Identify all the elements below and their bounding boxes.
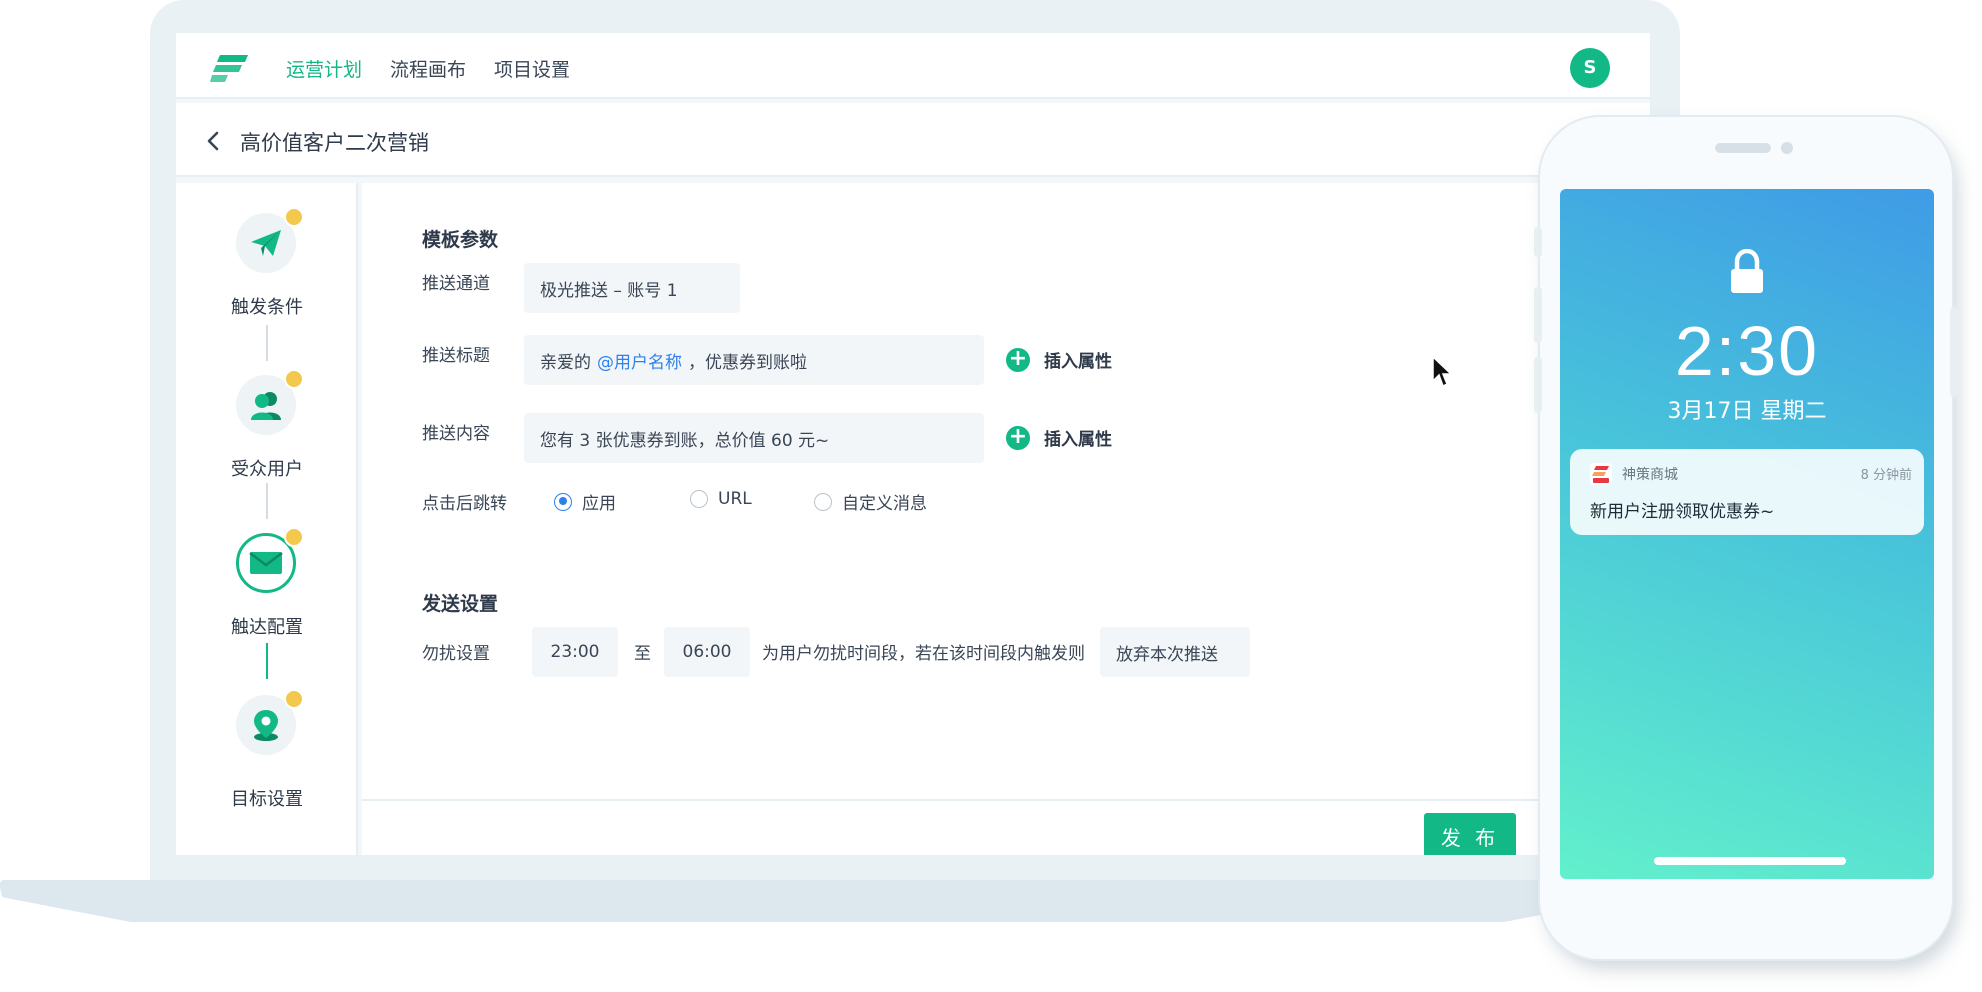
notification-app-name: 神策商城 (1622, 467, 1678, 483)
title-suffix: ，优惠券到账啦 (688, 352, 807, 373)
content-value: 您有 3 张优惠券到账，总价值 60 元~ (540, 430, 830, 451)
tab-operation-plan[interactable]: 运营计划 (286, 55, 362, 82)
step-connector (266, 483, 268, 519)
dnd-description: 为用户勿扰时间段，若在该时间段内触发则 (762, 644, 1085, 664)
logo-icon (210, 55, 248, 82)
home-indicator[interactable] (1654, 857, 1846, 865)
radio-custom-message[interactable]: 自定义消息 (814, 489, 927, 514)
plus-circle-icon: + (1006, 425, 1030, 450)
notification-body: 新用户注册领取优惠券~ (1590, 502, 1775, 522)
time-range-separator: 至 (634, 644, 651, 664)
channel-select[interactable]: 极光推送 – 账号 1 (524, 263, 740, 313)
phone-power-button (1950, 307, 1958, 397)
content-label: 推送内容 (422, 424, 490, 444)
users-icon (251, 392, 281, 420)
envelope-icon (249, 552, 283, 574)
channel-value: 极光推送 – 账号 1 (540, 280, 678, 301)
title-prefix: 亲爱的 (540, 352, 591, 373)
phone-volume-down (1534, 357, 1542, 413)
back-chevron-icon[interactable] (206, 131, 220, 151)
tab-flow-canvas[interactable]: 流程画布 (390, 55, 466, 82)
paper-plane-icon (251, 230, 281, 256)
step-connector (266, 643, 268, 679)
insert-attribute-button[interactable]: + 插入属性 (1006, 425, 1112, 450)
check-badge-icon (284, 207, 304, 227)
phone-side-button (1534, 227, 1542, 257)
config-form: 模板参数 推送通道 极光推送 – 账号 1 推送标题 亲爱的 @用户名称 ，优惠… (362, 183, 1650, 855)
check-badge-icon (284, 369, 304, 389)
laptop-base (0, 880, 1635, 922)
insert-attribute-button[interactable]: + 插入属性 (1006, 347, 1112, 372)
title-label: 推送标题 (422, 346, 490, 366)
notification-time: 8 分钟前 (1860, 468, 1912, 483)
page-header: 高价值客户二次营销 (176, 103, 1650, 177)
app-logo-icon (1590, 463, 1612, 485)
channel-label: 推送通道 (422, 274, 490, 294)
user-avatar[interactable]: S (1570, 48, 1610, 88)
section-title-send: 发送设置 (422, 593, 499, 615)
step-label: 触发条件 (231, 297, 303, 318)
title-variable-tag[interactable]: @用户名称 (597, 348, 682, 373)
lock-time: 2:30 (1674, 312, 1820, 390)
title-input[interactable]: 亲爱的 @用户名称 ，优惠券到账啦 (524, 335, 984, 385)
publish-button[interactable]: 发 布 (1424, 813, 1516, 855)
phone-volume-up (1534, 287, 1542, 343)
radio-selected-icon (554, 492, 572, 511)
mouse-cursor-icon (1432, 355, 1453, 388)
dnd-end-time[interactable]: 06:00 (664, 627, 750, 677)
check-badge-icon (284, 527, 304, 547)
jump-label: 点击后跳转 (422, 494, 507, 514)
phone-mockup: 2:30 3月17日 星期二 神策商城 8 分钟前 新用户注册领取优惠券~ (1534, 117, 1958, 959)
phone-speaker (1715, 143, 1771, 153)
top-navigation: 运营计划 流程画布 项目设置 S (176, 33, 1650, 99)
push-notification[interactable]: 神策商城 8 分钟前 新用户注册领取优惠券~ (1570, 449, 1924, 535)
dnd-action-select[interactable]: 放弃本次推送 (1100, 627, 1250, 677)
page-title: 高价值客户二次营销 (240, 131, 429, 155)
lock-date: 3月17日 星期二 (1667, 399, 1827, 424)
lock-screen: 2:30 3月17日 星期二 神策商城 8 分钟前 新用户注册领取优惠券~ (1560, 189, 1934, 879)
radio-url[interactable]: URL (690, 489, 752, 509)
check-badge-icon (284, 689, 304, 709)
step-label: 触达配置 (231, 617, 303, 638)
content-input[interactable]: 您有 3 张优惠券到账，总价值 60 元~ (524, 413, 984, 463)
step-connector (266, 325, 268, 361)
step-label: 目标设置 (231, 789, 303, 810)
step-label: 受众用户 (231, 459, 303, 480)
lock-icon (1731, 249, 1763, 293)
dnd-start-time[interactable]: 23:00 (532, 627, 618, 677)
radio-empty-icon (814, 492, 832, 511)
plus-circle-icon: + (1006, 347, 1030, 372)
steps-sidebar: 触发条件 受众用户 触达配置 目标设置 (176, 183, 358, 855)
app-window: 运营计划 流程画布 项目设置 S 高价值客户二次营销 触发条件 受众用户 触达配… (176, 33, 1650, 855)
tab-project-settings[interactable]: 项目设置 (494, 55, 570, 82)
dnd-label: 勿扰设置 (422, 644, 490, 664)
section-title-template: 模板参数 (422, 229, 499, 251)
radio-app[interactable]: 应用 (554, 489, 616, 514)
phone-camera (1781, 142, 1793, 154)
location-pin-icon (254, 710, 278, 741)
radio-empty-icon (690, 490, 708, 508)
